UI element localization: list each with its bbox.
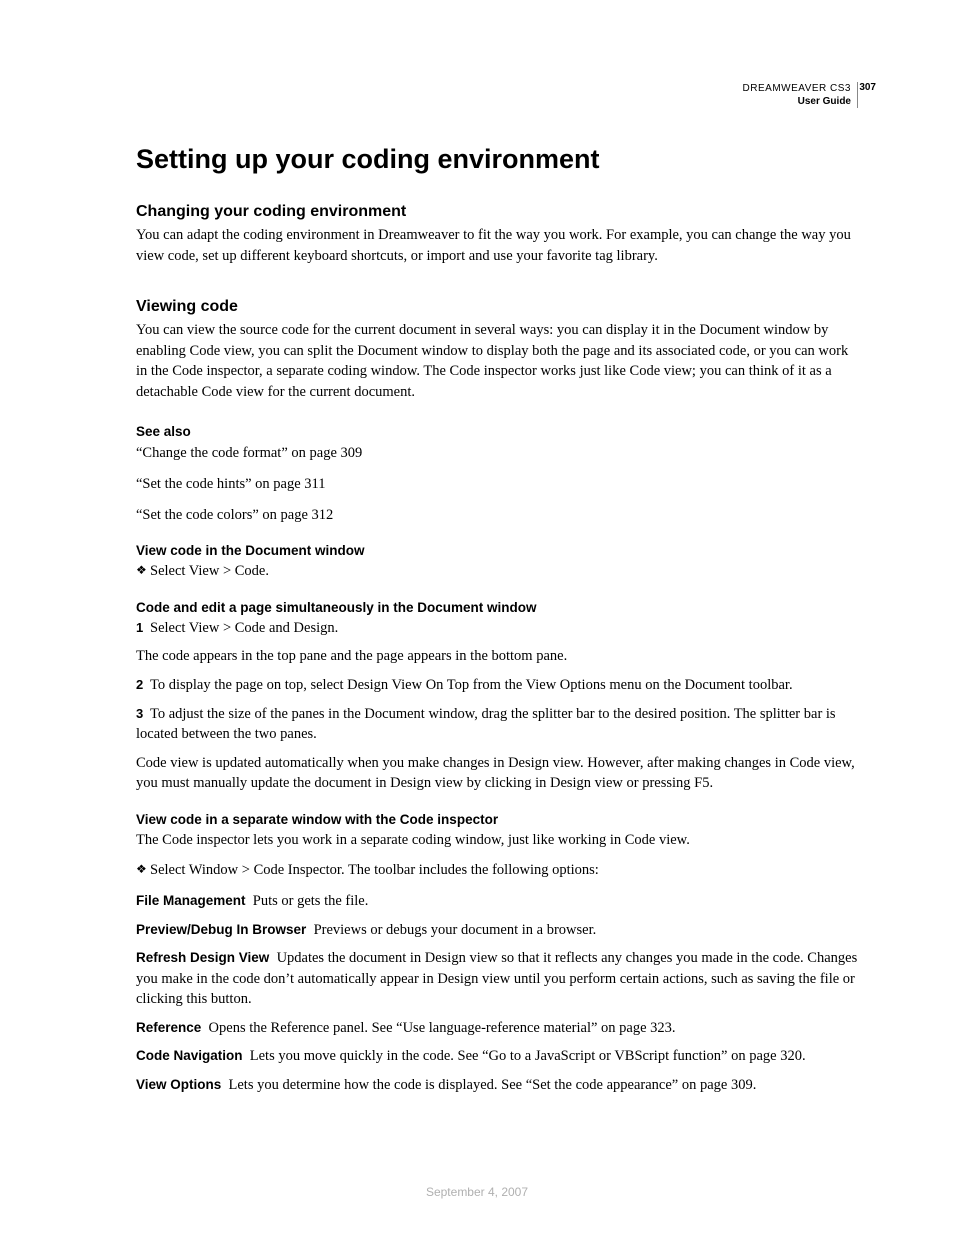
numbered-step: 1Select View > Code and Design. — [136, 618, 858, 639]
definition-desc: Puts or gets the file. — [253, 893, 369, 909]
definition-term: View Options — [136, 1077, 221, 1092]
definition-term: Reference — [136, 1020, 201, 1035]
step-number: 1 — [136, 619, 150, 637]
diamond-icon: ❖ — [136, 861, 150, 878]
numbered-step: 3To adjust the size of the panes in the … — [136, 704, 858, 745]
step-number: 2 — [136, 676, 150, 694]
definition-term: File Management — [136, 893, 246, 908]
product-name: DREAMWEAVER CS3 — [743, 82, 851, 95]
definition-item: Reference Opens the Reference panel. See… — [136, 1018, 858, 1039]
step-text: To adjust the size of the panes in the D… — [136, 706, 836, 743]
numbered-step: 2To display the page on top, select Desi… — [136, 675, 858, 696]
footer-date: September 4, 2007 — [0, 1185, 954, 1199]
step-text: Select View > Code and Design. — [150, 620, 338, 636]
section-heading-viewing: Viewing code — [136, 298, 858, 316]
paragraph: You can adapt the coding environment in … — [136, 225, 858, 266]
page-title: Setting up your coding environment — [136, 144, 858, 175]
definition-desc: Opens the Reference panel. See “Use lang… — [209, 1020, 676, 1036]
step-text: Select View > Code. — [150, 563, 269, 579]
definition-desc: Lets you move quickly in the code. See “… — [250, 1048, 806, 1064]
definition-term: Refresh Design View — [136, 950, 269, 965]
paragraph: You can view the source code for the cur… — [136, 320, 858, 402]
section-heading-changing: Changing your coding environment — [136, 203, 858, 221]
page-content: Setting up your coding environment Chang… — [136, 144, 858, 1096]
page-number: 307 — [859, 82, 876, 93]
definition-term: Code Navigation — [136, 1048, 243, 1063]
definition-item: Refresh Design View Updates the document… — [136, 948, 858, 1010]
paragraph: Code view is updated automatically when … — [136, 753, 858, 794]
see-also-heading: See also — [136, 424, 858, 439]
definition-desc: Previews or debugs your document in a br… — [314, 922, 597, 938]
definition-desc: Lets you determine how the code is displ… — [229, 1077, 757, 1093]
subsection-heading: Code and edit a page simultaneously in t… — [136, 600, 858, 615]
definition-item: File Management Puts or gets the file. — [136, 891, 858, 912]
subsection-heading: View code in a separate window with the … — [136, 812, 858, 827]
paragraph: The code appears in the top pane and the… — [136, 646, 858, 667]
paragraph: The Code inspector lets you work in a se… — [136, 830, 858, 851]
definition-item: Preview/Debug In Browser Previews or deb… — [136, 920, 858, 941]
bullet-step: ❖Select View > Code. — [136, 561, 858, 582]
running-head: DREAMWEAVER CS3 User Guide — [743, 82, 858, 108]
see-also-list: “Change the code format” on page 309 “Se… — [136, 443, 858, 525]
subsection-heading: View code in the Document window — [136, 543, 858, 558]
definition-item: View Options Lets you determine how the … — [136, 1075, 858, 1096]
definition-item: Code Navigation Lets you move quickly in… — [136, 1046, 858, 1067]
diamond-icon: ❖ — [136, 562, 150, 579]
see-also-item: “Set the code colors” on page 312 — [136, 505, 858, 526]
definition-term: Preview/Debug In Browser — [136, 922, 306, 937]
step-number: 3 — [136, 705, 150, 723]
see-also-item: “Set the code hints” on page 311 — [136, 474, 858, 495]
page: DREAMWEAVER CS3 User Guide 307 Setting u… — [0, 0, 954, 1235]
step-text: To display the page on top, select Desig… — [150, 677, 793, 693]
see-also-item: “Change the code format” on page 309 — [136, 443, 858, 464]
step-text: Select Window > Code Inspector. The tool… — [150, 862, 599, 878]
bullet-step: ❖Select Window > Code Inspector. The too… — [136, 860, 858, 881]
guide-label: User Guide — [743, 95, 851, 108]
